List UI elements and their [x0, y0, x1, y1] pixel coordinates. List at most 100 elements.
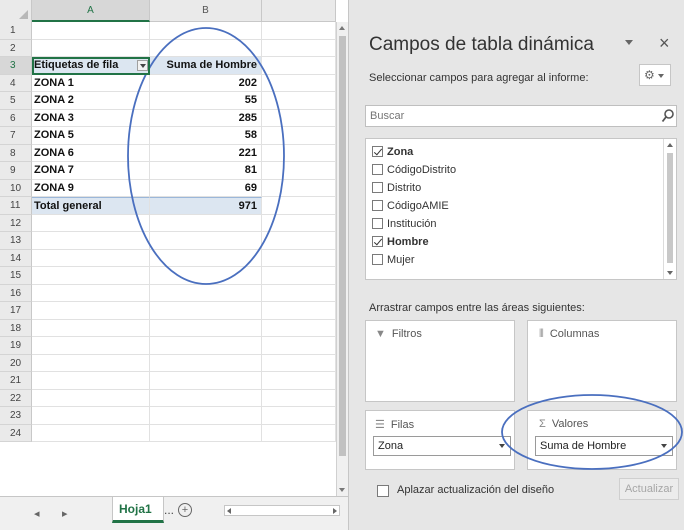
cell[interactable] [150, 284, 262, 302]
gear-icon[interactable]: ⚙ [639, 64, 671, 86]
row-number[interactable]: 17 [0, 302, 32, 320]
cell[interactable] [150, 337, 262, 355]
row-number[interactable]: 7 [0, 127, 32, 145]
row-number[interactable]: 1 [0, 22, 32, 40]
row-number[interactable]: 23 [0, 407, 32, 425]
scroll-down-icon[interactable] [667, 271, 673, 275]
cell[interactable] [262, 284, 336, 302]
filter-dropdown-icon[interactable] [137, 60, 148, 71]
row-number[interactable]: 11 [0, 197, 32, 215]
cell[interactable] [262, 179, 336, 197]
checkbox-checked[interactable] [372, 236, 383, 247]
prev-sheet-icon[interactable]: ◂ [34, 507, 40, 520]
cell[interactable] [150, 232, 262, 250]
row-number[interactable]: 3 [0, 57, 32, 75]
row-number[interactable]: 6 [0, 109, 32, 127]
cell[interactable] [262, 109, 336, 127]
search-icon[interactable] [661, 108, 675, 124]
row-number[interactable]: 13 [0, 232, 32, 250]
pivot-row-label[interactable]: ZONA 2 [32, 92, 150, 110]
cell[interactable] [150, 372, 262, 390]
cell[interactable] [262, 337, 336, 355]
row-number[interactable]: 5 [0, 92, 32, 110]
field-zona[interactable]: Zona [372, 145, 413, 161]
pivot-row-label[interactable]: ZONA 6 [32, 144, 150, 162]
field-mujer[interactable]: Mujer [372, 253, 415, 269]
pivot-row-value[interactable]: 202 [150, 74, 262, 92]
cell[interactable] [150, 319, 262, 337]
close-icon[interactable]: × [659, 33, 670, 54]
row-number[interactable]: 2 [0, 39, 32, 57]
cell[interactable] [262, 39, 336, 57]
cell[interactable] [32, 372, 150, 390]
add-sheet-icon[interactable]: + [178, 503, 192, 517]
pivot-row-label[interactable]: ZONA 7 [32, 162, 150, 180]
row-number[interactable]: 10 [0, 179, 32, 197]
pivot-values-header[interactable]: Suma de Hombre [150, 57, 262, 75]
cell[interactable] [32, 319, 150, 337]
pivot-row-label[interactable]: ZONA 3 [32, 109, 150, 127]
row-number[interactable]: 20 [0, 354, 32, 372]
cell[interactable] [150, 267, 262, 285]
row-number[interactable]: 24 [0, 424, 32, 442]
cell[interactable] [32, 284, 150, 302]
field-codigoamie[interactable]: CódigoAMIE [372, 199, 449, 215]
cell[interactable] [262, 214, 336, 232]
row-number[interactable]: 9 [0, 162, 32, 180]
pivot-row-value[interactable]: 55 [150, 92, 262, 110]
cell[interactable] [150, 389, 262, 407]
pivot-row-value[interactable]: 81 [150, 162, 262, 180]
cell[interactable] [262, 319, 336, 337]
cell[interactable] [150, 39, 262, 57]
cell[interactable] [32, 214, 150, 232]
field-codigodistrito[interactable]: CódigoDistrito [372, 163, 456, 179]
vertical-scrollbar[interactable] [336, 22, 348, 496]
more-sheets-button[interactable]: ... [164, 503, 174, 517]
cell[interactable] [150, 354, 262, 372]
row-number[interactable]: 14 [0, 249, 32, 267]
cell[interactable] [150, 249, 262, 267]
scroll-thumb[interactable] [339, 36, 346, 456]
cell[interactable] [150, 302, 262, 320]
cell[interactable] [32, 424, 150, 442]
chevron-down-icon[interactable] [661, 444, 667, 448]
cell[interactable] [32, 249, 150, 267]
field-list-scrollbar[interactable] [663, 139, 676, 279]
cell[interactable] [262, 407, 336, 425]
update-button[interactable]: Actualizar [619, 478, 679, 500]
cell[interactable] [262, 302, 336, 320]
cell[interactable] [262, 22, 336, 40]
cell[interactable] [32, 407, 150, 425]
row-number[interactable]: 21 [0, 372, 32, 390]
cell[interactable] [262, 232, 336, 250]
cell[interactable] [150, 424, 262, 442]
pivot-row-label[interactable]: ZONA 1 [32, 74, 150, 92]
checkbox[interactable] [372, 254, 383, 265]
cell[interactable] [262, 92, 336, 110]
row-number[interactable]: 18 [0, 319, 32, 337]
row-number[interactable]: 8 [0, 144, 32, 162]
row-number[interactable]: 4 [0, 74, 32, 92]
cell[interactable] [262, 57, 336, 75]
pivot-row-label[interactable]: ZONA 9 [32, 179, 150, 197]
scroll-up-icon[interactable] [337, 22, 348, 34]
cell[interactable] [150, 214, 262, 232]
column-header-c[interactable] [262, 0, 336, 22]
field-hombre[interactable]: Hombre [372, 235, 429, 251]
scroll-thumb[interactable] [667, 153, 673, 263]
horizontal-scrollbar[interactable] [224, 505, 340, 516]
cell[interactable] [262, 267, 336, 285]
next-sheet-icon[interactable]: ▸ [62, 507, 68, 520]
pivot-row-value[interactable]: 221 [150, 144, 262, 162]
row-number[interactable]: 19 [0, 337, 32, 355]
cell[interactable] [32, 22, 150, 40]
cell[interactable] [262, 354, 336, 372]
sheet-tab-hoja1[interactable]: Hoja1 [112, 497, 164, 523]
scroll-down-icon[interactable] [337, 484, 348, 496]
checkbox[interactable] [372, 182, 383, 193]
pivot-row-label[interactable]: ZONA 5 [32, 127, 150, 145]
pivot-total-label[interactable]: Total general [32, 197, 150, 215]
checkbox[interactable] [372, 200, 383, 211]
pane-options-dropdown-icon[interactable] [625, 40, 633, 45]
checkbox[interactable] [372, 218, 383, 229]
